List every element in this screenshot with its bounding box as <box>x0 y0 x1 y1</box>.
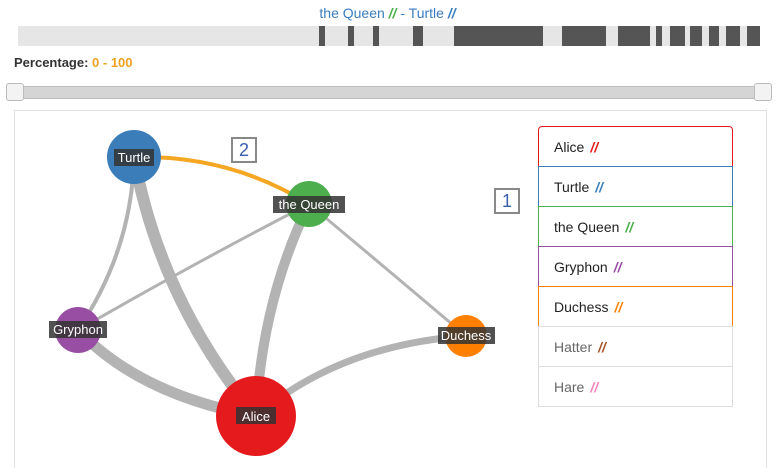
legend-item-the-queen[interactable]: the Queen // <box>538 206 733 247</box>
legend-label: Hare <box>554 379 585 395</box>
legend-marker: // <box>613 259 622 275</box>
legend-marker: // <box>595 179 604 195</box>
node-label-duchess: Duchess <box>441 328 492 343</box>
legend-item-duchess[interactable]: Duchess // <box>538 286 733 327</box>
legend-item-hatter[interactable]: Hatter // <box>538 326 733 367</box>
edge-queen-duchess <box>308 202 467 338</box>
annotation-callout-2: 2 <box>231 137 257 163</box>
legend-marker: // <box>590 379 599 395</box>
legend-label: Alice <box>554 139 585 155</box>
legend-marker: // <box>614 299 623 315</box>
node-label-alice: Alice <box>242 409 270 424</box>
node-label-turtle: Turtle <box>118 150 151 165</box>
legend-marker: // <box>598 339 606 355</box>
legend-marker: // <box>590 139 599 155</box>
node-label-gryphon: Gryphon <box>53 322 103 337</box>
legend-marker: // <box>625 219 634 235</box>
legend-label: the Queen <box>554 219 620 235</box>
node-label-the-queen: the Queen <box>279 197 340 212</box>
node-turtle[interactable]: Turtle <box>107 130 161 184</box>
legend-item-gryphon[interactable]: Gryphon // <box>538 246 733 287</box>
legend-item-turtle[interactable]: Turtle // <box>538 166 733 207</box>
legend-label: Turtle <box>554 179 590 195</box>
annotation-callout-1: 1 <box>494 188 520 214</box>
legend-label: Hatter <box>554 339 593 355</box>
legend-label: Duchess <box>554 299 609 315</box>
character-legend: Alice // Turtle // the Queen // Gryphon // D… <box>538 126 733 422</box>
legend-label: Gryphon <box>554 259 608 275</box>
legend-item-alice[interactable]: Alice // <box>538 126 733 167</box>
legend-item-hare[interactable]: Hare // <box>538 366 733 407</box>
node-alice[interactable]: Alice <box>216 376 296 456</box>
